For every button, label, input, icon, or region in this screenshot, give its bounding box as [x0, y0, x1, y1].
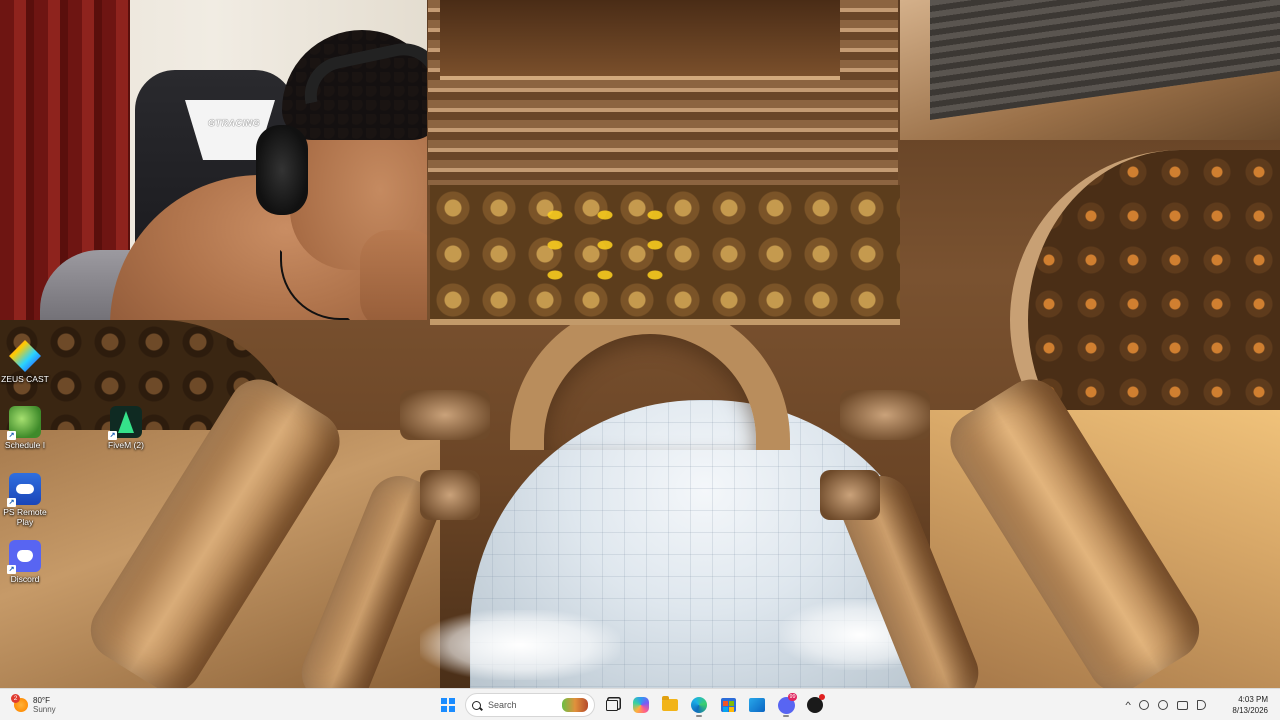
edge-icon: [691, 697, 707, 713]
chatgpt-button[interactable]: [803, 693, 827, 717]
system-tray: ^: [1125, 693, 1207, 717]
copilot-icon: [633, 697, 649, 713]
search-box[interactable]: Search: [465, 693, 595, 717]
clock-time: 4:03 PM: [1238, 695, 1268, 704]
taskbar: 2 80°F Sunny Search 99 ^ 4:03 PM 8/13/20…: [0, 688, 1280, 720]
search-highlight-icon: [562, 698, 588, 712]
webcam-headphone: [256, 125, 308, 215]
desktop-icon-label: Discord: [10, 574, 40, 584]
weather-notification-badge: 2: [11, 694, 20, 703]
desktop-icon-ps-remote-play[interactable]: ↗ PS Remote Play: [0, 473, 55, 527]
start-button[interactable]: [436, 693, 460, 717]
file-explorer-button[interactable]: [658, 693, 682, 717]
taskbar-center: Search 99: [436, 692, 827, 718]
webcam-person-arm: [360, 230, 427, 320]
shortcut-arrow-icon: ↗: [7, 565, 16, 574]
wallpaper-capital: [420, 470, 480, 520]
search-icon: [472, 700, 481, 710]
task-view-button[interactable]: [600, 693, 624, 717]
weather-widget[interactable]: 2 80°F Sunny: [11, 693, 56, 717]
wallpaper-capital: [840, 390, 930, 440]
outlook-button[interactable]: [745, 693, 769, 717]
fivem-icon: ↗: [108, 406, 142, 440]
ps-remote-play-icon: ↗: [7, 473, 41, 507]
outlook-icon: [749, 698, 765, 712]
desktop-icon-label: PS Remote Play: [3, 507, 47, 527]
desktop-icon-label: Schedule I: [4, 440, 46, 450]
search-placeholder: Search: [488, 700, 517, 710]
weather-condition: Sunny: [33, 705, 56, 714]
clock-date: 8/13/2026: [1232, 706, 1268, 715]
weather-temperature: 80°F: [33, 696, 50, 705]
desktop-icon-schedule-i[interactable]: ↗ Schedule I: [0, 406, 55, 450]
discord-notification-badge: 99: [788, 693, 797, 701]
store-icon: [720, 698, 736, 712]
volume-icon[interactable]: [1197, 700, 1207, 710]
wallpaper-gold-rosettes: [530, 200, 690, 290]
zeus-cast-icon: [9, 340, 41, 372]
tray-app-icon[interactable]: [1139, 700, 1150, 710]
webcam-overlay: GTRACING: [0, 0, 427, 320]
shortcut-arrow-icon: ↗: [7, 431, 16, 440]
chevron-up-icon[interactable]: ^: [1125, 700, 1131, 710]
wallpaper-cloud: [420, 610, 620, 680]
edge-button[interactable]: [687, 693, 711, 717]
windows-logo-icon: [441, 698, 455, 712]
taskbar-clock[interactable]: 4:03 PM 8/13/2026: [1222, 694, 1268, 716]
copilot-button[interactable]: [629, 693, 653, 717]
desktop-icon-fivem[interactable]: ↗ FiveM (2): [96, 406, 156, 450]
shortcut-arrow-icon: ↗: [108, 431, 117, 440]
desktop-icon-zeus-cast[interactable]: ZEUS CAST: [0, 340, 55, 384]
desktop-icon-discord[interactable]: ↗ Discord: [0, 540, 55, 584]
discord-icon: ↗: [7, 540, 41, 574]
weather-text: 80°F Sunny: [33, 696, 56, 714]
desktop-icon-label: ZEUS CAST: [1, 374, 49, 384]
shortcut-arrow-icon: ↗: [7, 498, 16, 507]
task-view-icon: [606, 699, 618, 711]
desktop-icon-label: FiveM (2): [108, 440, 144, 450]
sun-icon: 2: [11, 694, 28, 712]
discord-taskbar-button[interactable]: 99: [774, 693, 798, 717]
store-button[interactable]: [716, 693, 740, 717]
microphone-icon[interactable]: [1158, 700, 1169, 710]
wallpaper-capital: [400, 390, 490, 440]
network-icon[interactable]: [1177, 700, 1189, 710]
notification-dot: [819, 694, 825, 700]
wallpaper-capital: [820, 470, 880, 520]
webcam-chair-logo: GTRACING: [208, 118, 260, 128]
schedule-one-icon: ↗: [7, 406, 41, 440]
wallpaper-cornice-top: [440, 0, 840, 80]
folder-icon: [662, 696, 678, 711]
